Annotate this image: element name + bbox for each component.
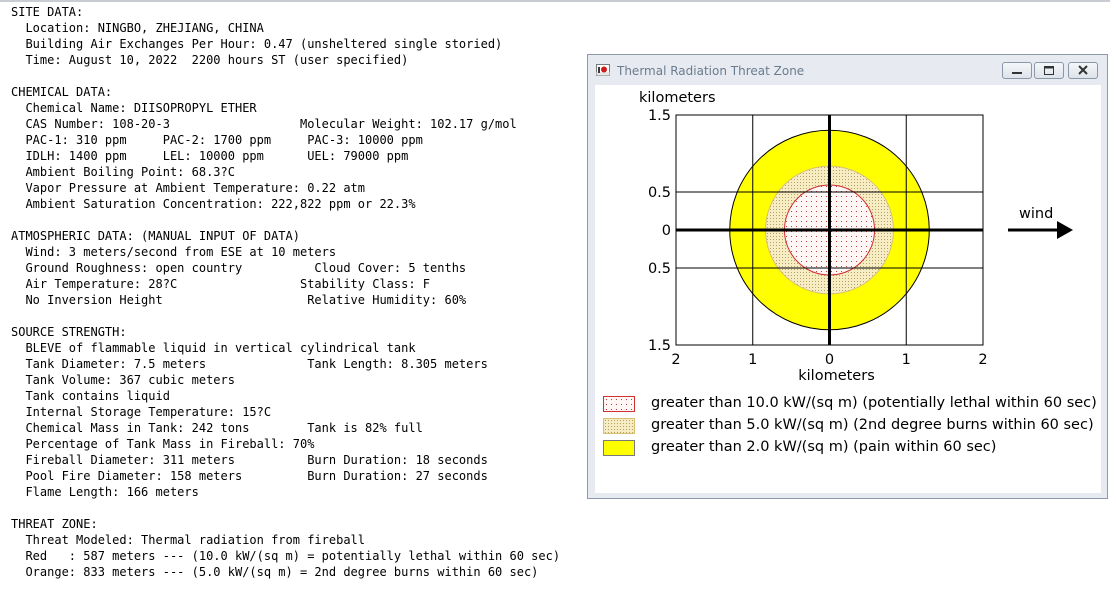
report-line: Time: August 10, 2022 2200 hours ST (use… bbox=[11, 53, 409, 67]
y-tick-label: 1.5 bbox=[648, 108, 671, 124]
report-line: Flame Length: 166 meters bbox=[11, 485, 199, 499]
report-line: THREAT ZONE: bbox=[11, 517, 98, 531]
y-tick-label: 0.5 bbox=[648, 185, 671, 201]
report-line: Red : 587 meters --- (10.0 kW/(sq m) = p… bbox=[11, 549, 561, 563]
legend-label: greater than 2.0 kW/(sq m) (pain within … bbox=[651, 439, 997, 455]
report-line: Internal Storage Temperature: 15?C bbox=[11, 405, 272, 419]
close-button[interactable] bbox=[1068, 62, 1098, 79]
x-axis-label: kilometers bbox=[798, 368, 875, 384]
report-line: IDLH: 1400 ppm LEL: 10000 ppm UEL: 79000… bbox=[11, 149, 409, 163]
window-titlebar[interactable]: Thermal Radiation Threat Zone bbox=[588, 55, 1107, 85]
report-line: No Inversion Height Relative Humidity: 6… bbox=[11, 293, 467, 307]
report-line: Ambient Saturation Concentration: 222,82… bbox=[11, 197, 416, 211]
app-icon bbox=[596, 64, 610, 76]
report-line: Ambient Boiling Point: 68.3?C bbox=[11, 165, 235, 179]
maximize-button[interactable] bbox=[1034, 62, 1064, 79]
report-line: Tank contains liquid bbox=[11, 389, 170, 403]
x-tick-label: 1 bbox=[902, 352, 911, 368]
report-line: Chemical Mass in Tank: 242 tons Tank is … bbox=[11, 421, 423, 435]
report-line: ATMOSPHERIC DATA: (MANUAL INPUT OF DATA) bbox=[11, 229, 300, 243]
x-tick-label: 0 bbox=[825, 352, 834, 368]
y-tick-label: 0.5 bbox=[648, 261, 671, 277]
y-tick-label: 1.5 bbox=[648, 338, 671, 354]
x-tick-label: 2 bbox=[978, 352, 987, 368]
legend-label: greater than 10.0 kW/(sq m) (potentially… bbox=[651, 395, 1097, 411]
legend-swatch-red bbox=[603, 396, 635, 412]
report-line: Orange: 833 meters --- (5.0 kW/(sq m) = … bbox=[11, 565, 539, 579]
report-line: Wind: 3 meters/second from ESE at 10 met… bbox=[11, 245, 337, 259]
report-line: Ground Roughness: open country Cloud Cov… bbox=[11, 261, 467, 275]
report-line: CHEMICAL DATA: bbox=[11, 85, 113, 99]
maximize-icon bbox=[1044, 66, 1054, 75]
x-tick-label: 2 bbox=[671, 352, 680, 368]
report-line: Vapor Pressure at Ambient Temperature: 0… bbox=[11, 181, 366, 195]
wind-label: wind bbox=[1019, 206, 1053, 222]
report-line: SOURCE STRENGTH: bbox=[11, 325, 127, 339]
legend-label: greater than 5.0 kW/(sq m) (2nd degree b… bbox=[651, 417, 1094, 433]
wind-arrow-icon bbox=[1057, 221, 1073, 239]
x-tick-label: 1 bbox=[748, 352, 757, 368]
panel-top-border bbox=[0, 0, 1116, 2]
threat-zone-window[interactable]: Thermal Radiation Threat Zone kilometers… bbox=[587, 54, 1108, 499]
legend-swatch-yellow bbox=[603, 440, 635, 456]
report-line: Fireball Diameter: 311 meters Burn Durat… bbox=[11, 453, 488, 467]
minimize-icon bbox=[1012, 72, 1022, 74]
y-axis-label: kilometers bbox=[639, 90, 716, 106]
minimize-button[interactable] bbox=[1002, 62, 1032, 79]
report-line: Air Temperature: 28?C Stability Class: F bbox=[11, 277, 431, 291]
report-line: Percentage of Tank Mass in Fireball: 70% bbox=[11, 437, 315, 451]
legend-swatch-orange bbox=[603, 418, 635, 434]
window-title: Thermal Radiation Threat Zone bbox=[617, 64, 805, 78]
report-line: Tank Diameter: 7.5 meters Tank Length: 8… bbox=[11, 357, 488, 371]
report-line: Chemical Name: DIISOPROPYL ETHER bbox=[11, 101, 257, 115]
y-tick-label: 0 bbox=[662, 223, 671, 239]
report-line: CAS Number: 108-20-3 Molecular Weight: 1… bbox=[11, 117, 517, 131]
report-line: Building Air Exchanges Per Hour: 0.47 (u… bbox=[11, 37, 503, 51]
panel-right-edge bbox=[1110, 0, 1116, 598]
report-line: Tank Volume: 367 cubic meters bbox=[11, 373, 235, 387]
report-line: PAC-1: 310 ppm PAC-2: 1700 ppm PAC-3: 10… bbox=[11, 133, 423, 147]
report-line: Threat Modeled: Thermal radiation from f… bbox=[11, 533, 366, 547]
close-icon bbox=[1078, 65, 1088, 75]
report-line: Pool Fire Diameter: 158 meters Burn Dura… bbox=[11, 469, 488, 483]
report-line: Location: NINGBO, ZHEJIANG, CHINA bbox=[11, 21, 264, 35]
chart-client-area: kilometers 1.5 0.5 0 0.5 1.5 2 1 0 1 2 kilometers wi… bbox=[595, 85, 1101, 493]
report-line: SITE DATA: bbox=[11, 5, 84, 19]
report-line: BLEVE of flammable liquid in vertical cy… bbox=[11, 341, 416, 355]
